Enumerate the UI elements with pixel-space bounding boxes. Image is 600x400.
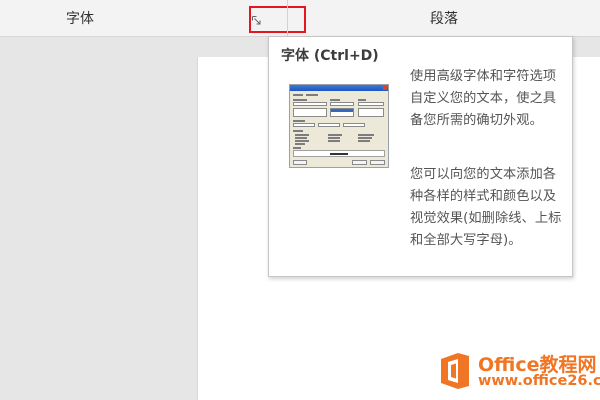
- paragraph-group-label: 段落: [430, 11, 458, 27]
- tooltip-title: 字体 (Ctrl+D): [281, 48, 379, 64]
- watermark-logo: Office教程网 www.office26.com: [436, 350, 600, 400]
- watermark-url: www.office26.com: [478, 373, 600, 389]
- ribbon: 字体 段落: [0, 0, 600, 37]
- tooltip-description-2: 您可以向您的文本添加各种各样的样式和颜色以及视觉效果(如删除线、上标和全部大写字…: [410, 167, 562, 248]
- font-dialog-thumbnail: [289, 84, 389, 168]
- font-dialog-launcher-icon[interactable]: [251, 12, 263, 25]
- tooltip-description-1: 使用高级字体和字符选项自定义您的文本，使之具备您所需的确切外观。: [410, 69, 557, 128]
- group-separator: [287, 0, 288, 36]
- thumbnail-body: [292, 93, 386, 165]
- font-tooltip: 字体 (Ctrl+D) 使用高级字体和字符选项自定义您的文本，使之具备您所需的确…: [268, 36, 573, 277]
- font-group-label: 字体: [66, 11, 94, 27]
- thumbnail-close-icon: [383, 86, 387, 90]
- office-logo-icon: [438, 351, 472, 391]
- thumbnail-titlebar: [290, 85, 388, 91]
